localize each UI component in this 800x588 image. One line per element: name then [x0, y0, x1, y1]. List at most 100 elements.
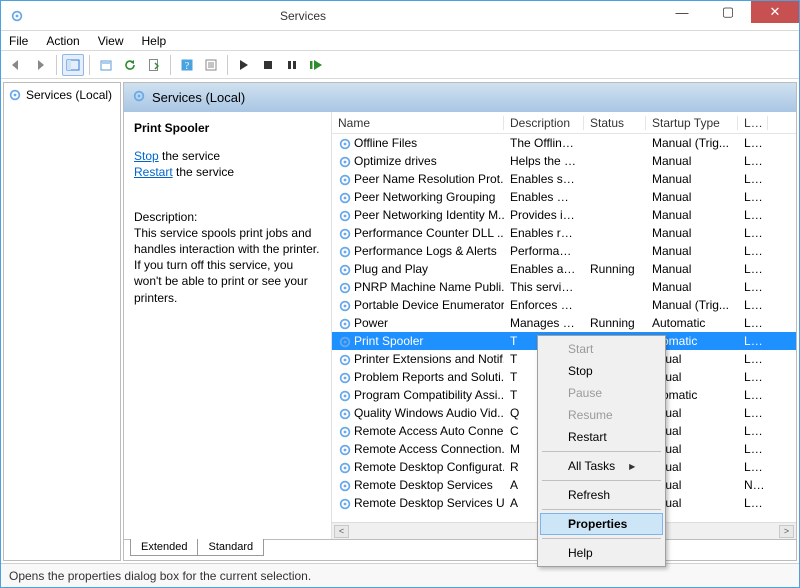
service-startup: Manual [646, 244, 738, 258]
service-desc: Enables rem... [504, 226, 584, 240]
service-logon: Loc [738, 172, 768, 186]
gear-icon [338, 299, 351, 312]
service-startup: Manual [646, 226, 738, 240]
ctx-all-tasks[interactable]: All Tasks [540, 455, 663, 477]
restart-service-line: Restart the service [134, 164, 321, 180]
gear-icon [338, 263, 351, 276]
properties-icon[interactable] [200, 54, 222, 76]
tree-item-services-local[interactable]: Services (Local) [6, 87, 118, 103]
window-title: Services [0, 9, 659, 23]
refresh-button[interactable] [119, 54, 141, 76]
ctx-separator [542, 480, 661, 481]
export-button[interactable] [95, 54, 117, 76]
maximize-button[interactable]: ▢ [705, 1, 751, 23]
col-logon[interactable]: Log [738, 116, 768, 130]
svg-text:?: ? [185, 61, 190, 72]
stop-service-button[interactable] [257, 54, 279, 76]
main-area: Services (Local) Services (Local) Print … [1, 79, 799, 563]
gear-icon [338, 443, 351, 456]
service-row[interactable]: Optimize drivesHelps the c...ManualLoc [332, 152, 796, 170]
service-desc: Provides ide... [504, 208, 584, 222]
service-logon: Loc [738, 334, 768, 348]
ctx-refresh[interactable]: Refresh [540, 484, 663, 506]
service-logon: Loc [738, 298, 768, 312]
ctx-help[interactable]: Help [540, 542, 663, 564]
ctx-separator [542, 451, 661, 452]
menu-action[interactable]: Action [44, 32, 81, 50]
service-status: Running [584, 262, 646, 276]
service-name: Remote Access Auto Conne... [354, 424, 504, 438]
service-row[interactable]: PNRP Machine Name Publi...This service .… [332, 278, 796, 296]
back-button[interactable] [5, 54, 27, 76]
restart-service-button[interactable] [305, 54, 327, 76]
service-row[interactable]: PowerManages p...RunningAutomaticLoc [332, 314, 796, 332]
description-text: This service spools print jobs and handl… [134, 225, 321, 306]
service-name: Optimize drives [354, 154, 437, 168]
service-name: Plug and Play [354, 262, 428, 276]
gear-icon [338, 425, 351, 438]
service-logon: Loc [738, 406, 768, 420]
service-name: Remote Desktop Services [354, 478, 493, 492]
service-logon: Loc [738, 370, 768, 384]
gear-icon [338, 461, 351, 474]
gear-icon [338, 353, 351, 366]
scroll-right-button[interactable]: > [779, 525, 794, 538]
gear-icon [338, 281, 351, 294]
status-text: Opens the properties dialog box for the … [9, 569, 311, 583]
toolbar-separator [56, 55, 57, 75]
tab-standard[interactable]: Standard [197, 539, 264, 556]
service-logon: Loc [738, 352, 768, 366]
statusbar: Opens the properties dialog box for the … [1, 563, 799, 587]
service-logon: Loc [738, 136, 768, 150]
service-row[interactable]: Portable Device Enumerator...Enforces gr… [332, 296, 796, 314]
service-row[interactable]: Performance Counter DLL ...Enables rem..… [332, 224, 796, 242]
restart-link[interactable]: Restart [134, 165, 173, 179]
service-row[interactable]: Peer Name Resolution Prot...Enables serv… [332, 170, 796, 188]
titlebar: Services — ▢ ✕ [1, 1, 799, 31]
col-startup[interactable]: Startup Type [646, 116, 738, 130]
service-startup: Manual [646, 154, 738, 168]
pause-service-button[interactable] [281, 54, 303, 76]
tab-extended[interactable]: Extended [130, 539, 198, 556]
service-name: Remote Desktop Configurat... [354, 460, 504, 474]
menu-help[interactable]: Help [140, 32, 169, 50]
menu-view[interactable]: View [96, 32, 126, 50]
service-name: Quality Windows Audio Vid... [354, 406, 504, 420]
export-list-button[interactable] [143, 54, 165, 76]
service-row[interactable]: Plug and PlayEnables a c...RunningManual… [332, 260, 796, 278]
service-logon: Loc [738, 190, 768, 204]
service-name: Problem Reports and Soluti... [354, 370, 504, 384]
service-desc: Manages p... [504, 316, 584, 330]
ctx-pause[interactable]: Pause [540, 382, 663, 404]
col-name[interactable]: Name [332, 116, 504, 130]
service-row[interactable]: Performance Logs & AlertsPerformanc...Ma… [332, 242, 796, 260]
stop-link[interactable]: Stop [134, 149, 159, 163]
service-name: Peer Networking Grouping [354, 190, 495, 204]
service-row[interactable]: Peer Networking Identity M...Provides id… [332, 206, 796, 224]
scroll-left-button[interactable]: < [334, 525, 349, 538]
service-logon: Net [738, 478, 768, 492]
minimize-button[interactable]: — [659, 1, 705, 23]
service-name: Peer Name Resolution Prot... [354, 172, 504, 186]
menu-file[interactable]: File [7, 32, 30, 50]
service-name: Remote Access Connection... [354, 442, 504, 456]
ctx-properties[interactable]: Properties [540, 513, 663, 535]
service-startup: Manual (Trig... [646, 136, 738, 150]
ctx-restart[interactable]: Restart [540, 426, 663, 448]
service-row[interactable]: Peer Networking GroupingEnables mul...Ma… [332, 188, 796, 206]
ctx-stop[interactable]: Stop [540, 360, 663, 382]
col-desc[interactable]: Description [504, 116, 584, 130]
forward-button[interactable] [29, 54, 51, 76]
show-hide-tree-button[interactable] [62, 54, 84, 76]
close-button[interactable]: ✕ [751, 1, 799, 23]
service-logon: Loc [738, 442, 768, 456]
start-service-button[interactable] [233, 54, 255, 76]
service-desc: Enables serv... [504, 172, 584, 186]
help-button[interactable]: ? [176, 54, 198, 76]
ctx-resume[interactable]: Resume [540, 404, 663, 426]
ctx-start[interactable]: Start [540, 338, 663, 360]
service-row[interactable]: Offline FilesThe Offline ...Manual (Trig… [332, 134, 796, 152]
service-name: Performance Logs & Alerts [354, 244, 497, 258]
gear-icon [338, 245, 351, 258]
col-status[interactable]: Status [584, 116, 646, 130]
